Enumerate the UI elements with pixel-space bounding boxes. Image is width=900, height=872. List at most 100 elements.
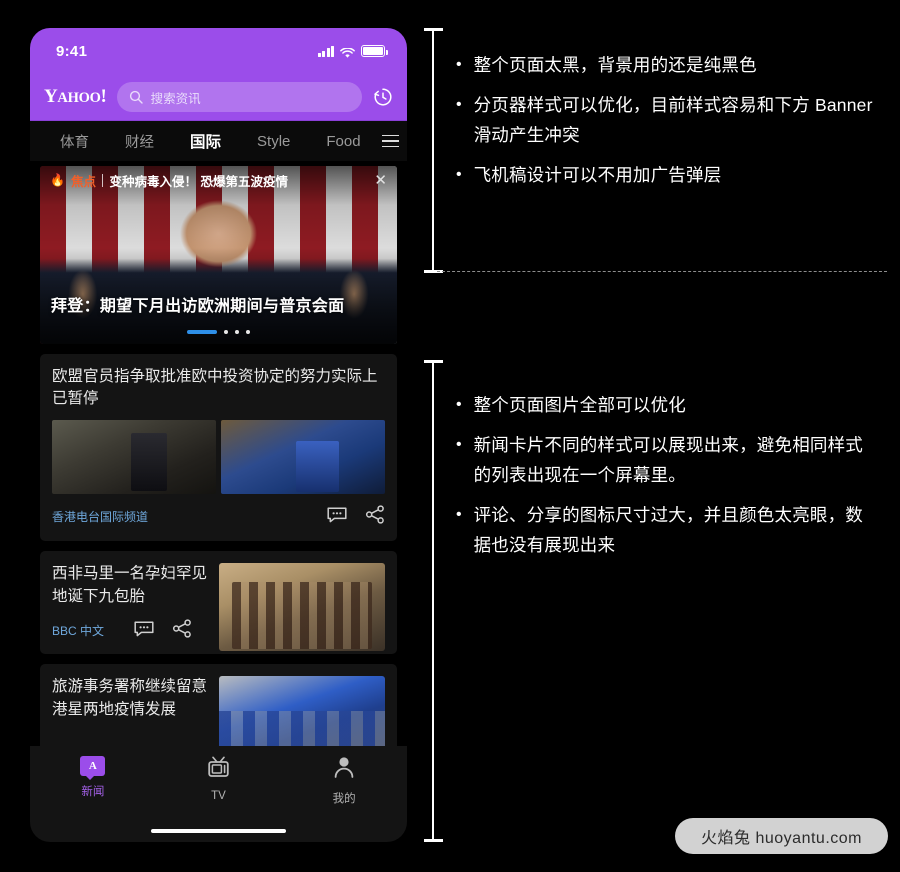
annotation-item: • 飞机稿设计可以不用加广告弹层 xyxy=(456,160,880,190)
annotation-item: • 分页器样式可以优化，目前样式容易和下方 Banner 滑动产生冲突 xyxy=(456,90,880,150)
news-card-title[interactable]: 欧盟官员指争取批准欧中投资协定的努力实际上已暂停 xyxy=(40,354,397,420)
search-placeholder: 搜索资讯 xyxy=(150,91,201,106)
hero-carousel[interactable]: 🔥 焦点 变种病毒入侵！ 恐爆第五波疫情 ✕ 拜登：期望下月出访欧洲期间与普京会… xyxy=(40,166,397,344)
news-icon: A xyxy=(80,756,106,780)
bullet-glyph: • xyxy=(456,506,462,523)
wifi-icon xyxy=(340,46,355,58)
annotation-divider xyxy=(437,271,887,272)
screenshot-root: 9:41 YAHOO! 搜索资讯 体育 财经 国际 Style Food 🔥 焦… xyxy=(0,0,900,872)
comment-icon[interactable] xyxy=(327,506,347,528)
news-source[interactable]: BBC 中文 xyxy=(52,622,104,639)
carousel-pagination[interactable] xyxy=(40,330,397,334)
news-card-body: 旅游事务署称继续留意港星两地疫情发展 xyxy=(40,664,397,746)
share-icon[interactable] xyxy=(172,619,192,643)
news-thumbnail[interactable] xyxy=(219,675,385,746)
news-card-body: 西非马里一名孕妇罕见地诞下九包胎 BBC 中文 xyxy=(40,551,397,654)
nav-label-tv: TV xyxy=(211,790,226,802)
phone-mockup: 9:41 YAHOO! 搜索资讯 体育 财经 国际 Style Food 🔥 焦… xyxy=(30,28,407,842)
pagination-dot[interactable] xyxy=(235,330,239,334)
news-thumbnail[interactable] xyxy=(221,419,385,494)
news-card-title[interactable]: 西非马里一名孕妇罕见地诞下九包胎 xyxy=(52,563,209,609)
nav-item-news[interactable]: A 新闻 xyxy=(30,756,156,799)
app-header: YAHOO! 搜索资讯 xyxy=(30,74,407,120)
bracket-line xyxy=(432,360,435,842)
news-card-actions xyxy=(134,619,209,643)
nav-item-profile[interactable]: 我的 xyxy=(281,756,407,806)
tab-style[interactable]: Style xyxy=(239,133,308,150)
news-card-images[interactable] xyxy=(40,419,397,494)
person-icon xyxy=(332,756,356,783)
tab-sports[interactable]: 体育 xyxy=(42,131,107,152)
news-card-footer: BBC 中文 xyxy=(52,609,209,643)
signal-bars-icon xyxy=(317,45,334,57)
pagination-active-indicator[interactable] xyxy=(187,330,217,334)
search-input[interactable]: 搜索资讯 xyxy=(116,82,362,112)
close-icon[interactable]: ✕ xyxy=(374,173,387,188)
annotation-bracket-bottom xyxy=(424,360,443,842)
category-tab-bar: 体育 财经 国际 Style Food xyxy=(30,120,407,161)
search-icon xyxy=(129,90,143,104)
bullet-glyph: • xyxy=(456,436,462,453)
hero-title[interactable]: 拜登：期望下月出访欧洲期间与普京会面 xyxy=(51,292,386,316)
tab-international[interactable]: 国际 xyxy=(172,130,239,152)
annotation-text: 整个页面太黑，背景用的还是纯黑色 xyxy=(473,55,757,75)
nav-label-profile: 我的 xyxy=(332,793,356,805)
hamburger-menu-icon[interactable] xyxy=(373,121,407,161)
annotation-text: 评论、分享的图标尺寸过大，并且颜色太亮眼，数据也没有展现出来 xyxy=(473,505,864,555)
news-thumbnail[interactable] xyxy=(52,419,216,494)
bottom-navigation: A 新闻 TV 我的 xyxy=(30,746,407,820)
annotation-item: • 整个页面图片全部可以优化 xyxy=(456,390,880,420)
focus-tag-label: 焦点 xyxy=(70,174,96,189)
news-card-actions xyxy=(327,505,385,529)
comment-icon[interactable] xyxy=(134,620,154,642)
bullet-glyph: • xyxy=(456,166,462,183)
annotation-text: 分页器样式可以优化，目前样式容易和下方 Banner 滑动产生冲突 xyxy=(473,95,873,145)
annotation-group-one: • 整个页面太黑，背景用的还是纯黑色 • 分页器样式可以优化，目前样式容易和下方… xyxy=(456,50,880,200)
bracket-line xyxy=(432,28,435,273)
nav-label-news: 新闻 xyxy=(81,786,105,798)
focus-divider xyxy=(101,173,104,187)
annotation-text: 飞机稿设计可以不用加广告弹层 xyxy=(473,165,722,185)
pagination-dot[interactable] xyxy=(246,330,250,334)
annotation-group-two: • 整个页面图片全部可以优化 • 新闻卡片不同的样式可以展现出来，避免相同样式的… xyxy=(456,390,880,570)
status-indicators xyxy=(317,45,388,58)
tv-icon xyxy=(206,756,231,783)
annotation-item: • 新闻卡片不同的样式可以展现出来，避免相同样式的列表出现在一个屏幕里。 xyxy=(456,430,880,490)
annotation-text: 新闻卡片不同的样式可以展现出来，避免相同样式的列表出现在一个屏幕里。 xyxy=(473,435,864,485)
news-card-footer: 香港电台国际频道 xyxy=(40,494,397,541)
status-bar: 9:41 xyxy=(30,28,407,74)
watermark: 火焰兔 huoyantu.com xyxy=(675,818,888,854)
bullet-glyph: • xyxy=(456,396,462,413)
news-card-text: 西非马里一名孕妇罕见地诞下九包胎 BBC 中文 xyxy=(40,551,219,654)
news-card[interactable]: 西非马里一名孕妇罕见地诞下九包胎 BBC 中文 xyxy=(40,550,397,654)
annotation-item: • 评论、分享的图标尺寸过大，并且颜色太亮眼，数据也没有展现出来 xyxy=(456,500,880,560)
news-card[interactable]: 旅游事务署称继续留意港星两地疫情发展 xyxy=(40,663,397,746)
focus-ad-banner[interactable]: 🔥 焦点 变种病毒入侵！ 恐爆第五波疫情 ✕ xyxy=(40,166,397,194)
news-source[interactable]: 香港电台国际频道 xyxy=(52,508,327,525)
news-card[interactable]: 欧盟官员指争取批准欧中投资协定的努力实际上已暂停 香港电台国际频道 xyxy=(40,354,397,541)
annotation-list: • 整个页面太黑，背景用的还是纯黑色 • 分页器样式可以优化，目前样式容易和下方… xyxy=(456,50,880,190)
news-card-title[interactable]: 旅游事务署称继续留意港星两地疫情发展 xyxy=(52,676,209,746)
history-clock-icon[interactable] xyxy=(372,86,394,108)
annotation-item: • 整个页面太黑，背景用的还是纯黑色 xyxy=(456,50,880,80)
bracket-cap-bottom xyxy=(424,839,443,842)
focus-headline[interactable]: 变种病毒入侵！ 恐爆第五波疫情 xyxy=(109,171,368,190)
home-indicator[interactable] xyxy=(30,820,407,842)
share-icon[interactable] xyxy=(365,505,385,529)
yahoo-logo[interactable]: YAHOO! xyxy=(44,86,107,108)
battery-icon xyxy=(361,45,388,57)
flame-icon: 🔥 xyxy=(50,173,65,187)
bullet-glyph: • xyxy=(456,56,462,73)
category-tabs: 体育 财经 国际 Style Food xyxy=(30,130,407,152)
nav-item-tv[interactable]: TV xyxy=(156,756,282,802)
news-thumbnail[interactable] xyxy=(219,562,385,651)
pagination-dot[interactable] xyxy=(224,330,228,334)
annotation-text: 整个页面图片全部可以优化 xyxy=(473,395,687,415)
tab-finance[interactable]: 财经 xyxy=(107,131,172,152)
annotation-list: • 整个页面图片全部可以优化 • 新闻卡片不同的样式可以展现出来，避免相同样式的… xyxy=(456,390,880,560)
bullet-glyph: • xyxy=(456,96,462,113)
tab-food[interactable]: Food xyxy=(308,133,378,150)
status-clock: 9:41 xyxy=(56,42,88,60)
news-feed[interactable]: 🔥 焦点 变种病毒入侵！ 恐爆第五波疫情 ✕ 拜登：期望下月出访欧洲期间与普京会… xyxy=(30,161,407,746)
annotation-bracket-top xyxy=(424,28,443,273)
